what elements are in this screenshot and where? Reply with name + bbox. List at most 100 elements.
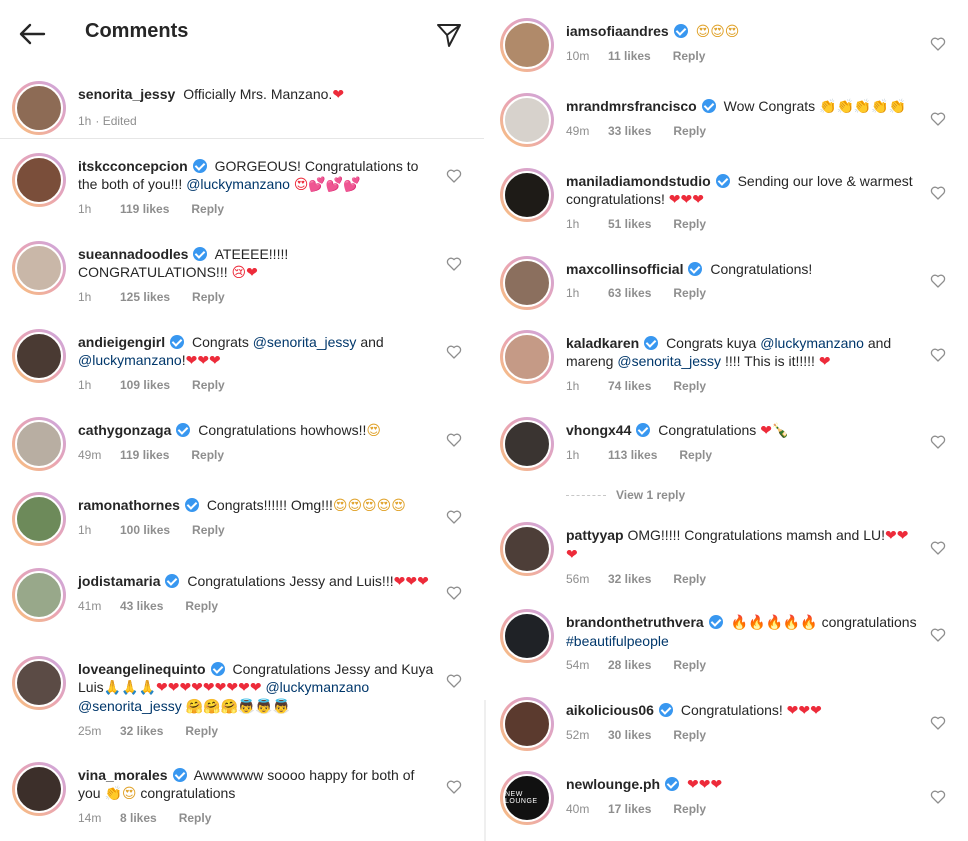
avatar[interactable]: NEW LOUNGE [500,771,554,825]
mention-link-2[interactable]: @senorita_jessy [617,353,721,369]
like-heart-icon[interactable] [446,509,462,525]
like-heart-icon[interactable] [930,273,946,289]
username[interactable]: sueannadoodles [78,246,188,262]
username[interactable]: senorita_jessy [78,86,175,102]
username[interactable]: ramonathornes [78,497,180,513]
like-heart-icon[interactable] [930,434,946,450]
like-heart-icon[interactable] [930,540,946,556]
username[interactable]: kaladkaren [566,335,639,351]
like-heart-icon[interactable] [930,627,946,643]
username[interactable]: iamsofiaandres [566,23,669,39]
avatar[interactable] [12,492,66,546]
likes-count[interactable]: 100 likes [120,521,170,539]
likes-count[interactable]: 30 likes [608,726,651,744]
avatar[interactable] [12,153,66,207]
likes-count[interactable]: 63 likes [608,284,651,302]
mention-link-2[interactable]: @luckymanzano [78,352,182,368]
likes-count[interactable]: 33 likes [608,122,651,140]
avatar[interactable] [12,329,66,383]
likes-count[interactable]: 8 likes [120,809,157,827]
username[interactable]: itskcconcepcion [78,158,188,174]
avatar[interactable] [500,18,554,72]
reply-button[interactable]: Reply [191,446,224,464]
avatar[interactable] [500,93,554,147]
avatar[interactable] [500,522,554,576]
likes-count[interactable]: 17 likes [608,800,651,818]
reply-button[interactable]: Reply [191,200,224,218]
like-heart-icon[interactable] [446,344,462,360]
avatar[interactable] [12,568,66,622]
username[interactable]: maniladiamondstudio [566,173,711,189]
like-heart-icon[interactable] [930,111,946,127]
reply-button[interactable]: Reply [185,597,218,615]
avatar[interactable] [500,697,554,751]
username[interactable]: vhongx44 [566,422,631,438]
likes-count[interactable]: 125 likes [120,288,170,306]
reply-button[interactable]: Reply [673,800,706,818]
username[interactable]: aikolicious06 [566,702,654,718]
username[interactable]: andieigengirl [78,334,165,350]
likes-count[interactable]: 109 likes [120,376,170,394]
hashtag-link[interactable]: #beautifulpeople [566,633,669,649]
reply-button[interactable]: Reply [673,215,706,233]
like-heart-icon[interactable] [930,347,946,363]
avatar[interactable] [12,81,66,135]
username[interactable]: vina_morales [78,767,168,783]
likes-count[interactable]: 113 likes [608,446,657,464]
reply-button[interactable]: Reply [673,284,706,302]
username[interactable]: maxcollinsofficial [566,261,683,277]
mention-link[interactable]: @luckymanzano [186,176,290,192]
mention-link-2[interactable]: @senorita_jessy [78,698,182,714]
reply-button[interactable]: Reply [673,570,706,588]
likes-count[interactable]: 43 likes [120,597,163,615]
username[interactable]: newlounge.ph [566,776,660,792]
likes-count[interactable]: 51 likes [608,215,651,233]
username[interactable]: pattyyap [566,527,624,543]
reply-button[interactable]: Reply [673,377,706,395]
username[interactable]: cathygonzaga [78,422,171,438]
likes-count[interactable]: 11 likes [608,47,651,65]
like-heart-icon[interactable] [930,36,946,52]
like-heart-icon[interactable] [930,715,946,731]
likes-count[interactable]: 119 likes [120,200,169,218]
back-button[interactable] [14,18,50,50]
reply-button[interactable]: Reply [192,288,225,306]
mention-link[interactable]: @senorita_jessy [253,334,357,350]
username[interactable]: mrandmrsfrancisco [566,98,697,114]
like-heart-icon[interactable] [446,779,462,795]
username[interactable]: brandonthetruthvera [566,614,704,630]
reply-button[interactable]: Reply [673,47,706,65]
avatar[interactable] [500,256,554,310]
reply-button[interactable]: Reply [179,809,212,827]
avatar[interactable] [12,241,66,295]
like-heart-icon[interactable] [930,185,946,201]
likes-count[interactable]: 32 likes [120,722,163,740]
reply-button[interactable]: Reply [192,376,225,394]
avatar[interactable] [12,762,66,816]
mention-link[interactable]: @luckymanzano [760,335,864,351]
reply-button[interactable]: Reply [192,521,225,539]
avatar[interactable] [12,656,66,710]
like-heart-icon[interactable] [446,168,462,184]
reply-button[interactable]: Reply [185,722,218,740]
reply-button[interactable]: Reply [673,122,706,140]
reply-button[interactable]: Reply [679,446,712,464]
avatar[interactable] [500,417,554,471]
avatar[interactable] [500,330,554,384]
username[interactable]: loveangelinequinto [78,661,206,677]
reply-button[interactable]: Reply [673,726,706,744]
like-heart-icon[interactable] [446,256,462,272]
avatar[interactable] [500,168,554,222]
share-button[interactable] [432,18,466,52]
like-heart-icon[interactable] [446,585,462,601]
username[interactable]: jodistamaria [78,573,160,589]
avatar[interactable] [12,417,66,471]
like-heart-icon[interactable] [446,432,462,448]
like-heart-icon[interactable] [930,789,946,805]
reply-button[interactable]: Reply [673,656,706,674]
view-replies-link[interactable]: View 1 reply [566,488,685,502]
likes-count[interactable]: 74 likes [608,377,651,395]
likes-count[interactable]: 32 likes [608,570,651,588]
avatar[interactable] [500,609,554,663]
likes-count[interactable]: 119 likes [120,446,169,464]
